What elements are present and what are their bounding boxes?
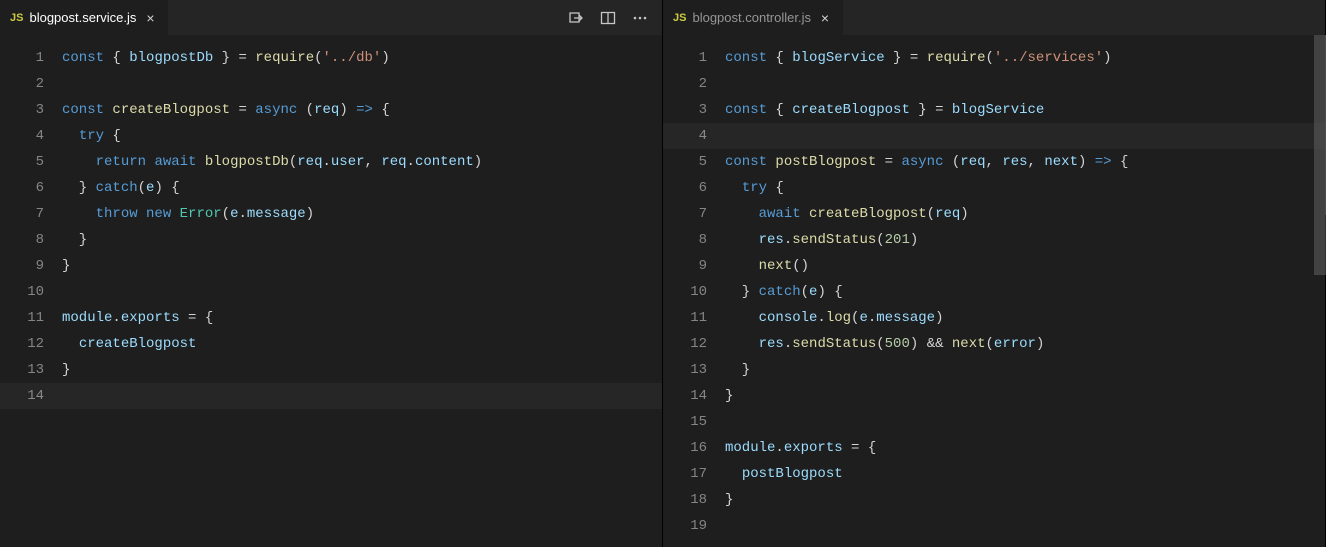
tab-bar: JS blogpost.controller.js × (663, 0, 1325, 35)
line-number: 5 (0, 149, 44, 175)
code-line[interactable]: } (725, 383, 1325, 409)
code-line[interactable] (725, 409, 1325, 435)
code-line[interactable]: } (725, 357, 1325, 383)
code-line[interactable]: res.sendStatus(500) && next(error) (725, 331, 1325, 357)
code-line[interactable]: return await blogpostDb(req.user, req.co… (62, 149, 662, 175)
code-line[interactable]: throw new Error(e.message) (62, 201, 662, 227)
javascript-icon: JS (10, 12, 23, 24)
tab-actions (568, 10, 662, 26)
code-line[interactable]: const { blogService } = require('../serv… (725, 45, 1325, 71)
code-line[interactable]: try { (62, 123, 662, 149)
code-line[interactable]: next() (725, 253, 1325, 279)
line-number: 5 (663, 149, 707, 175)
compare-changes-icon[interactable] (568, 10, 584, 26)
line-number-gutter: 12345678910111213141516171819 (663, 35, 725, 547)
line-number: 1 (663, 45, 707, 71)
line-number: 3 (0, 97, 44, 123)
tab-title: blogpost.service.js (29, 10, 136, 25)
line-number: 19 (663, 513, 707, 539)
line-number: 8 (0, 227, 44, 253)
line-number: 10 (663, 279, 707, 305)
javascript-icon: JS (673, 12, 686, 24)
code-line[interactable] (62, 383, 662, 409)
code-line[interactable]: } (62, 227, 662, 253)
code-line[interactable]: postBlogpost (725, 461, 1325, 487)
line-number: 7 (0, 201, 44, 227)
line-number: 8 (663, 227, 707, 253)
line-number: 11 (0, 305, 44, 331)
code-line[interactable]: } (62, 357, 662, 383)
line-number: 12 (663, 331, 707, 357)
line-number: 9 (663, 253, 707, 279)
editor-pane-right: JS blogpost.controller.js × 123456789101… (663, 0, 1326, 547)
line-number: 15 (663, 409, 707, 435)
line-number: 9 (0, 253, 44, 279)
line-number: 1 (0, 45, 44, 71)
split-editor-icon[interactable] (600, 10, 616, 26)
line-number: 18 (663, 487, 707, 513)
code-line[interactable]: } (62, 253, 662, 279)
file-tab[interactable]: JS blogpost.controller.js × (663, 0, 843, 35)
close-icon[interactable]: × (142, 10, 158, 26)
line-number: 4 (0, 123, 44, 149)
code-line[interactable]: module.exports = { (725, 435, 1325, 461)
code-line[interactable]: const postBlogpost = async (req, res, ne… (725, 149, 1325, 175)
line-number: 14 (0, 383, 44, 409)
scrollbar-thumb[interactable] (1314, 35, 1326, 275)
line-number: 6 (0, 175, 44, 201)
line-number-gutter: 1234567891011121314 (0, 35, 62, 547)
code-line[interactable] (725, 513, 1325, 539)
code-line[interactable] (725, 123, 1325, 149)
line-number: 6 (663, 175, 707, 201)
vertical-scrollbar[interactable] (1314, 35, 1326, 547)
code-editor[interactable]: 1234567891011121314 const { blogpostDb }… (0, 35, 662, 547)
tab-bar: JS blogpost.service.js × (0, 0, 662, 35)
code-line[interactable] (725, 71, 1325, 97)
line-number: 3 (663, 97, 707, 123)
code-line[interactable] (62, 71, 662, 97)
code-line[interactable]: module.exports = { (62, 305, 662, 331)
line-number: 17 (663, 461, 707, 487)
editor-pane-left: JS blogpost.service.js × 123456789 (0, 0, 663, 547)
close-icon[interactable]: × (817, 10, 833, 26)
code-line[interactable]: try { (725, 175, 1325, 201)
file-tab[interactable]: JS blogpost.service.js × (0, 0, 168, 35)
line-number: 12 (0, 331, 44, 357)
code-line[interactable]: const { blogpostDb } = require('../db') (62, 45, 662, 71)
line-number: 13 (663, 357, 707, 383)
more-actions-icon[interactable] (632, 10, 648, 26)
code-line[interactable]: res.sendStatus(201) (725, 227, 1325, 253)
line-number: 2 (663, 71, 707, 97)
code-content[interactable]: const { blogService } = require('../serv… (725, 35, 1325, 547)
line-number: 7 (663, 201, 707, 227)
code-line[interactable] (62, 279, 662, 305)
code-line[interactable]: } catch(e) { (725, 279, 1325, 305)
code-line[interactable]: console.log(e.message) (725, 305, 1325, 331)
code-line[interactable]: const createBlogpost = async (req) => { (62, 97, 662, 123)
code-line[interactable]: const { createBlogpost } = blogService (725, 97, 1325, 123)
line-number: 10 (0, 279, 44, 305)
line-number: 2 (0, 71, 44, 97)
line-number: 11 (663, 305, 707, 331)
line-number: 16 (663, 435, 707, 461)
code-line[interactable]: } catch(e) { (62, 175, 662, 201)
code-line[interactable]: createBlogpost (62, 331, 662, 357)
code-editor[interactable]: 12345678910111213141516171819 const { bl… (663, 35, 1325, 547)
line-number: 14 (663, 383, 707, 409)
code-content[interactable]: const { blogpostDb } = require('../db') … (62, 35, 662, 547)
code-line[interactable]: } (725, 487, 1325, 513)
line-number: 4 (663, 123, 707, 149)
line-number: 13 (0, 357, 44, 383)
tab-title: blogpost.controller.js (692, 10, 811, 25)
code-line[interactable]: await createBlogpost(req) (725, 201, 1325, 227)
